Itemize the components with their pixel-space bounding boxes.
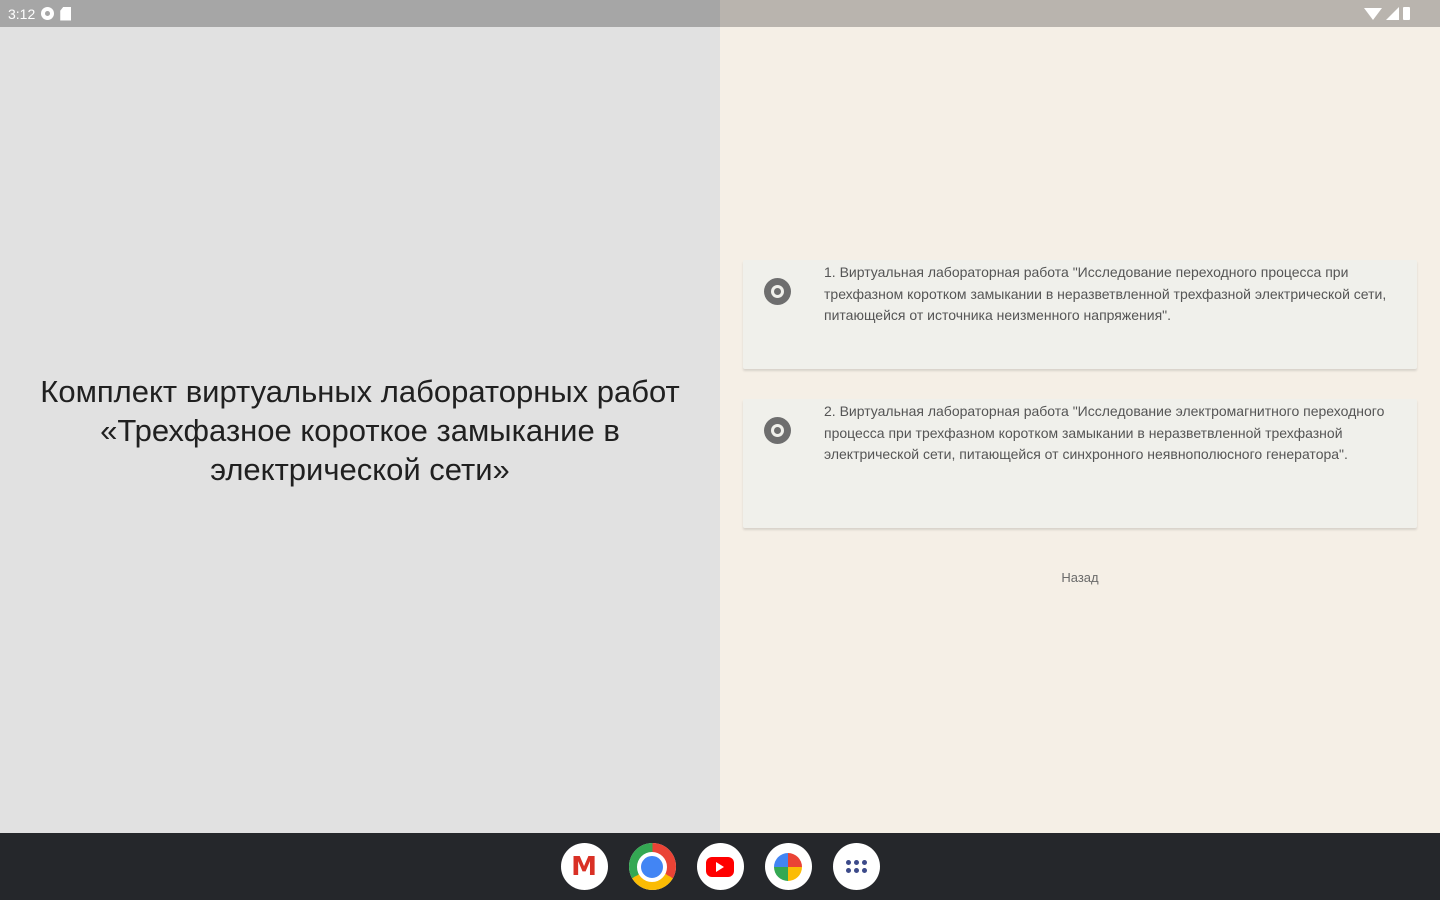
app-title: Комплект виртуальных лабораторных работ … xyxy=(0,372,720,489)
lab-option-2-label: 2. Виртуальная лабораторная работа "Иссл… xyxy=(824,403,1385,462)
radio-button-icon[interactable] xyxy=(764,417,791,444)
status-time: 3:12 xyxy=(8,5,36,22)
status-bar: 3:12 xyxy=(0,0,1440,27)
gmail-icon[interactable]: M xyxy=(560,843,608,890)
app-title-line-2: «Трехфазное короткое замыкание в xyxy=(100,412,620,448)
taskbar: M xyxy=(0,833,1440,900)
lab-option-2[interactable]: 2. Виртуальная лабораторная работа "Иссл… xyxy=(743,399,1417,528)
photos-icon[interactable] xyxy=(764,843,812,890)
app-title-line-1: Комплект виртуальных лабораторных работ xyxy=(40,373,680,409)
signal-icon xyxy=(1386,7,1399,20)
lab-option-1[interactable]: 1. Виртуальная лабораторная работа "Иссл… xyxy=(743,260,1417,369)
title-pane: Комплект виртуальных лабораторных работ … xyxy=(0,27,720,833)
status-bar-left: 3:12 xyxy=(0,0,720,27)
app-title-line-3: электрической сети» xyxy=(210,451,510,487)
circle-status-icon xyxy=(41,7,55,20)
youtube-icon[interactable] xyxy=(696,843,744,890)
lab-option-1-label: 1. Виртуальная лабораторная работа "Иссл… xyxy=(824,264,1387,323)
chrome-icon[interactable] xyxy=(628,843,676,890)
radio-button-icon[interactable] xyxy=(764,278,791,305)
sd-card-icon xyxy=(60,6,72,21)
app-launcher-icon[interactable] xyxy=(832,843,880,890)
lab-selection-pane: 1. Виртуальная лабораторная работа "Иссл… xyxy=(720,27,1440,833)
back-button[interactable]: Назад xyxy=(720,570,1440,585)
wifi-icon xyxy=(1364,7,1382,20)
status-bar-right xyxy=(720,0,1440,27)
battery-icon xyxy=(1403,7,1410,20)
screen: 3:12 Комплект виртуальных лабораторных р… xyxy=(0,0,1440,900)
